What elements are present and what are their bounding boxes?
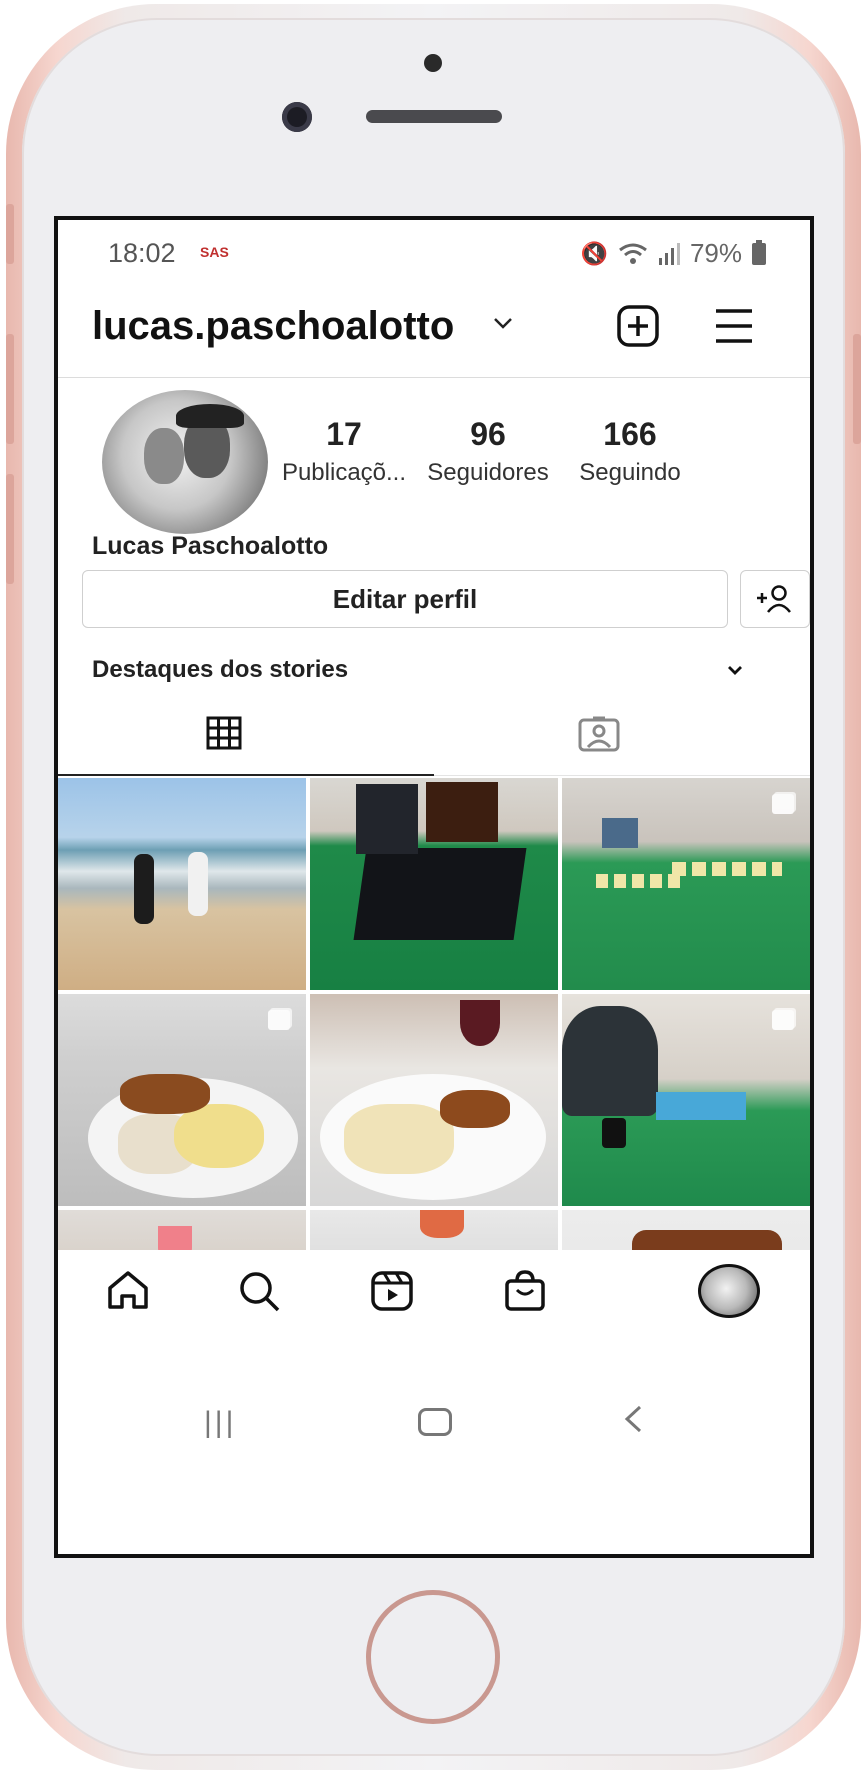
multiple-photos-icon	[268, 1010, 290, 1030]
photo-game-box	[356, 784, 418, 854]
status-indicators: 🔇 79%	[581, 238, 766, 269]
phone-home-button[interactable]	[366, 1590, 500, 1724]
profile-tab-avatar[interactable]	[698, 1264, 760, 1318]
back-icon[interactable]	[622, 1404, 644, 1434]
photo-cards	[596, 874, 680, 888]
photo-puree	[174, 1104, 264, 1168]
photo-drink-glass	[420, 1210, 464, 1238]
following-label: Seguindo	[579, 459, 681, 486]
post-thumbnail[interactable]	[562, 778, 810, 990]
profile-header: lucas.paschoalotto	[58, 282, 810, 378]
photo-card-box	[602, 818, 638, 848]
post-thumbnail[interactable]	[58, 1210, 306, 1250]
bottom-navigation	[58, 1250, 810, 1336]
mute-icon: 🔇	[580, 240, 608, 266]
edit-profile-button[interactable]: Editar perfil	[82, 570, 728, 628]
front-camera	[282, 102, 312, 132]
app-screen: 18:02 SAS 🔇 79% lucas.paschoalotto 17 Pu…	[54, 216, 814, 1558]
avatar-figure	[144, 428, 184, 484]
mute-switch	[6, 204, 14, 264]
recent-apps-icon[interactable]: |||	[204, 1406, 236, 1440]
post-thumbnail[interactable]	[562, 1210, 810, 1250]
photo-cup	[602, 1118, 626, 1148]
android-home-icon[interactable]	[418, 1408, 452, 1436]
shop-icon[interactable]	[504, 1270, 546, 1312]
avatar-hat	[176, 404, 244, 428]
story-highlights-title[interactable]: Destaques dos stories	[92, 656, 348, 684]
home-icon[interactable]	[106, 1270, 150, 1310]
volume-up-button	[6, 334, 14, 444]
post-thumbnail[interactable]	[310, 1210, 558, 1250]
status-time: 18:02	[108, 238, 176, 268]
add-person-icon	[757, 585, 791, 613]
posts-stat[interactable]: 17 Publicaçõ...	[264, 416, 424, 487]
photo-person	[562, 1006, 658, 1116]
photo-wine-glass	[460, 1000, 500, 1046]
post-thumbnail[interactable]	[562, 994, 810, 1206]
posts-label: Publicaçõ...	[281, 459, 407, 486]
profile-avatar[interactable]	[102, 390, 268, 534]
posts-count: 17	[326, 416, 362, 452]
reels-icon[interactable]	[370, 1270, 414, 1312]
photo-meat	[120, 1074, 210, 1114]
signal-icon	[658, 242, 680, 265]
notification-app-icon: SAS	[200, 244, 229, 260]
post-thumbnail[interactable]	[58, 778, 306, 990]
post-thumbnail[interactable]	[310, 778, 558, 990]
photo-pasta	[344, 1104, 454, 1174]
followers-label: Seguidores	[427, 459, 549, 486]
multiple-photos-icon	[772, 794, 794, 814]
grid-icon	[206, 716, 242, 750]
photo-lasagna	[632, 1230, 782, 1250]
photo-drink-glass	[158, 1226, 192, 1250]
battery-percent: 79%	[689, 238, 742, 268]
menu-icon[interactable]	[714, 308, 754, 344]
tab-posts-grid[interactable]	[58, 690, 434, 776]
following-count: 166	[603, 416, 657, 452]
tab-tagged[interactable]	[434, 690, 810, 776]
multiple-photos-icon	[772, 1010, 794, 1030]
front-sensor	[424, 54, 442, 72]
search-icon[interactable]	[238, 1270, 282, 1314]
wifi-icon	[619, 243, 647, 264]
followers-stat[interactable]: 96 Seguidores	[408, 416, 568, 487]
tagged-icon	[578, 716, 620, 752]
earpiece-speaker	[366, 110, 502, 123]
photo-game-board	[656, 1092, 746, 1120]
photo-game-box	[426, 782, 498, 842]
profile-full-name: Lucas Paschoalotto	[92, 532, 329, 560]
battery-icon	[752, 239, 766, 265]
photo-meat	[440, 1090, 510, 1128]
followers-count: 96	[470, 416, 506, 452]
photo-figure	[134, 854, 154, 924]
following-stat[interactable]: 166 Seguindo	[550, 416, 710, 487]
android-navigation-bar: |||	[58, 1336, 810, 1554]
discover-people-button[interactable]	[740, 570, 810, 628]
profile-tabs	[58, 690, 810, 776]
post-thumbnail[interactable]	[58, 994, 306, 1206]
photo-cards	[672, 862, 782, 876]
new-post-icon[interactable]	[616, 304, 660, 348]
photo-figure	[188, 852, 208, 916]
power-button	[853, 334, 861, 444]
username-switcher[interactable]: lucas.paschoalotto	[92, 304, 454, 349]
posts-grid	[58, 778, 810, 1250]
status-bar: 18:02 SAS 🔇 79%	[58, 220, 810, 282]
chevron-down-icon[interactable]	[726, 664, 744, 676]
chevron-down-icon[interactable]	[492, 316, 514, 330]
photo-game-board	[353, 848, 527, 940]
volume-down-button	[6, 474, 14, 584]
post-thumbnail[interactable]	[310, 994, 558, 1206]
